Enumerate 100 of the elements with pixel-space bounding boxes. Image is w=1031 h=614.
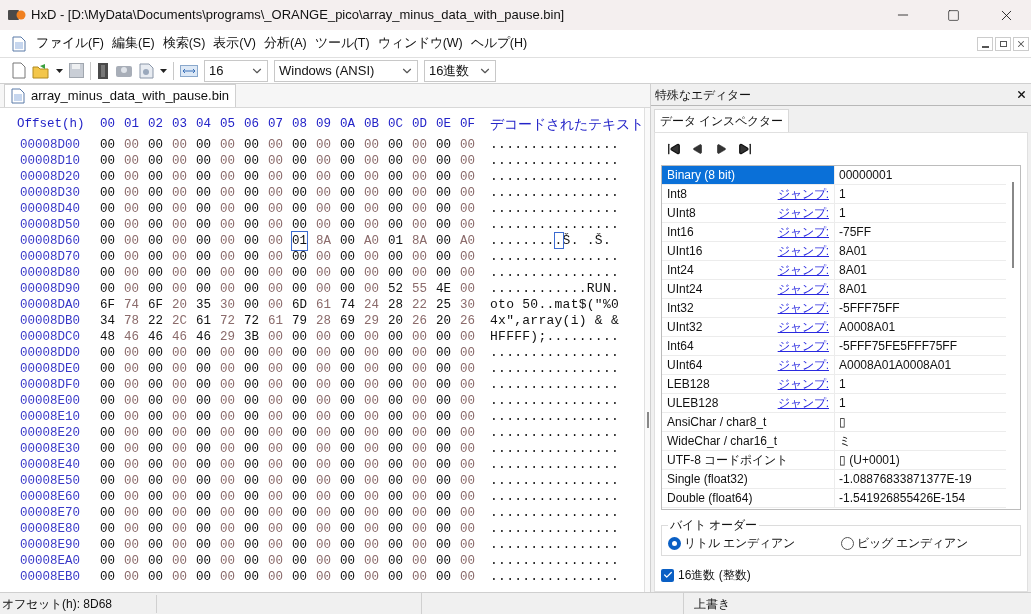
decoded-text: ................ — [490, 520, 619, 539]
row-offset: 00008E30 — [19, 440, 81, 458]
jump-link[interactable]: ジャンプ: — [777, 242, 829, 260]
field-value: A0008A01 — [834, 318, 1006, 336]
field-name[interactable]: Int24 ジャンプ: — [662, 261, 834, 279]
jump-link[interactable]: ジャンプ: — [777, 204, 829, 222]
field-name[interactable]: UInt32 ジャンプ: — [662, 318, 834, 336]
bytes-per-row-dropdown[interactable]: 16 — [204, 59, 268, 82]
field-value: -1.541926855426E-154 — [834, 489, 1006, 507]
menu-item[interactable]: ツール(T) — [310, 34, 374, 53]
last-icon[interactable] — [738, 142, 752, 156]
decoded-text: oto 50..mat$("%0 — [490, 296, 619, 315]
next-icon[interactable] — [715, 143, 727, 155]
inspector-tab[interactable]: データ インスペクター — [654, 109, 790, 132]
jump-link[interactable]: ジャンプ: — [777, 299, 829, 317]
maximize-icon[interactable] — [947, 8, 960, 22]
splitter-grip[interactable] — [646, 412, 649, 428]
field-name[interactable]: ULEB128 ジャンプ: — [662, 394, 834, 412]
column-header: 0D — [412, 115, 428, 133]
menu-item[interactable]: 検索(S) — [158, 34, 210, 53]
file-tab-icon — [11, 88, 25, 104]
radio-option[interactable]: リトル エンディアン — [668, 534, 841, 552]
close-icon[interactable] — [1016, 89, 1027, 100]
mdi-restore-button[interactable] — [995, 36, 1011, 51]
column-header: 08 — [292, 115, 308, 133]
encoding-dropdown[interactable]: Windows (ANSI) — [274, 59, 418, 82]
row-offset: 00008E10 — [19, 408, 81, 426]
row-offset: 00008E90 — [19, 536, 81, 554]
dropdown-caret-icon[interactable] — [56, 68, 63, 73]
field-name[interactable]: AnsiChar / char8_t — [662, 413, 834, 431]
previous-icon[interactable] — [692, 143, 704, 155]
field-name[interactable]: UInt16 ジャンプ: — [662, 242, 834, 260]
jump-link[interactable]: ジャンプ: — [777, 185, 829, 203]
jump-link[interactable]: ジャンプ: — [777, 280, 829, 298]
row-offset: 00008DC0 — [19, 328, 81, 346]
memory-chip-icon[interactable] — [97, 62, 109, 79]
field-name[interactable]: Int16 ジャンプ: — [662, 223, 834, 241]
decoded-text: ................ — [490, 440, 619, 459]
decoded-text: ................ — [490, 552, 619, 571]
field-value: -5FFF75FF — [834, 299, 1006, 317]
number-base-dropdown[interactable]: 16進数 — [424, 59, 496, 82]
field-name[interactable]: UInt24 ジャンプ: — [662, 280, 834, 298]
row-offset: 00008EA0 — [19, 552, 81, 570]
field-name[interactable]: UInt64 ジャンプ: — [662, 356, 834, 374]
decoded-text: ................ — [490, 472, 619, 491]
field-name[interactable]: Single (float32) — [662, 470, 834, 488]
decoded-text: HFFFF);......... — [490, 328, 619, 347]
mdi-minimize-button[interactable] — [977, 36, 993, 51]
row-offset: 00008E70 — [19, 504, 81, 522]
jump-link[interactable]: ジャンプ: — [777, 394, 829, 412]
hex-integers-checkbox[interactable]: 16進数 (整数) — [661, 566, 1021, 584]
radio-option[interactable]: ビッグ エンディアン — [841, 534, 1014, 552]
field-name[interactable]: UTF-8 コードポイント — [662, 451, 834, 469]
jump-link[interactable]: ジャンプ: — [777, 318, 829, 336]
field-value: 8A01 — [834, 261, 1006, 279]
row-offset: 00008DA0 — [19, 296, 81, 314]
jump-link[interactable]: ジャンプ: — [777, 337, 829, 355]
menu-item[interactable]: ウィンドウ(W) — [373, 34, 467, 53]
checkmark-icon — [662, 570, 673, 580]
menu-item[interactable]: 表示(V) — [209, 34, 260, 53]
decoded-text: ................ — [490, 168, 619, 187]
new-file-icon[interactable] — [12, 62, 26, 79]
row-offset: 00008DB0 — [19, 312, 81, 330]
field-value: -5FFF75FE5FFF75FF — [834, 337, 1006, 355]
menu-item[interactable]: ファイル(F) — [32, 34, 108, 53]
mdi-close-button[interactable] — [1013, 36, 1029, 51]
first-icon[interactable] — [667, 142, 681, 156]
jump-link[interactable]: ジャンプ: — [777, 375, 829, 393]
menu-item[interactable]: 編集(E) — [107, 34, 159, 53]
field-value: A0008A01A0008A01 — [834, 356, 1006, 374]
status-offset: オフセット(h): 8D68 — [0, 594, 157, 613]
field-name[interactable]: Int64 ジャンプ: — [662, 337, 834, 355]
field-name[interactable]: Double (float64) — [662, 489, 834, 507]
field-name[interactable]: Int32 ジャンプ: — [662, 299, 834, 317]
field-name[interactable]: UInt8 ジャンプ: — [662, 204, 834, 222]
jump-link[interactable]: ジャンプ: — [777, 261, 829, 279]
row-offset: 00008DD0 — [19, 344, 81, 362]
column-header: 04 — [196, 115, 212, 133]
field-name[interactable]: Binary (8 bit) — [662, 166, 834, 184]
field-name[interactable]: Int8 ジャンプ: — [662, 185, 834, 203]
menu-item[interactable]: 分析(A) — [260, 34, 311, 53]
menu-item[interactable]: ヘルプ(H) — [466, 34, 532, 53]
decoded-text: ................ — [490, 184, 619, 203]
text-header: デコードされたテキスト — [490, 114, 644, 134]
column-header: 02 — [148, 115, 164, 133]
field-value: -75FF — [834, 223, 1006, 241]
jump-link[interactable]: ジャンプ: — [777, 223, 829, 241]
open-folder-icon[interactable] — [32, 62, 50, 79]
field-name[interactable]: WideChar / char16_t — [662, 432, 834, 450]
row-offset: 00008D90 — [19, 280, 81, 298]
decoded-text: ................ — [490, 392, 619, 411]
decoded-text: ................ — [490, 152, 619, 171]
field-value: 8A01 — [834, 242, 1006, 260]
field-name[interactable]: LEB128 ジャンプ: — [662, 375, 834, 393]
decoded-text: ................ — [490, 424, 619, 443]
decoded-text: 4x",array(i) & & — [490, 312, 619, 331]
dropdown-caret-icon[interactable] — [160, 68, 167, 73]
field-value: ▯ — [834, 413, 1006, 431]
document-tab[interactable]: array_minus_data_with_pause.bin — [4, 84, 236, 107]
jump-link[interactable]: ジャンプ: — [777, 356, 829, 374]
